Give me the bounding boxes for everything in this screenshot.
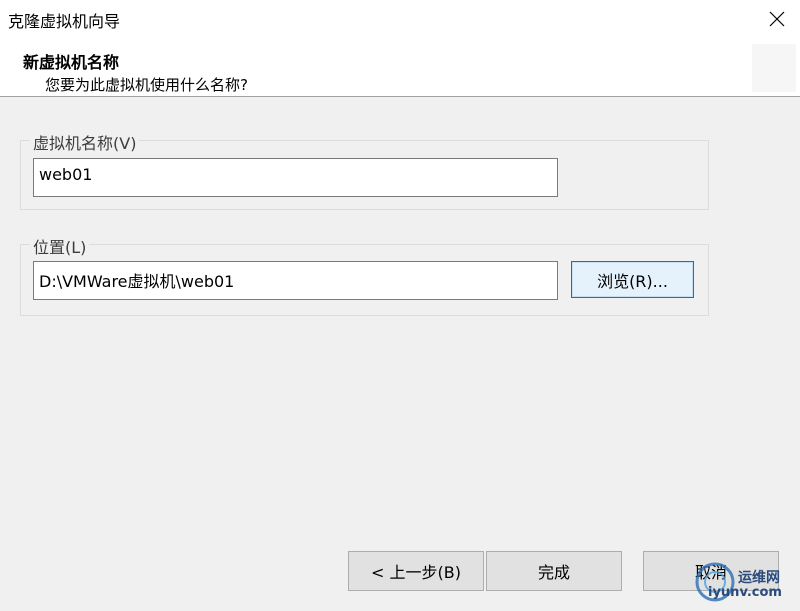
finish-button[interactable]: 完成: [486, 551, 622, 591]
location-group: 位置(L) D:\VMWare虚拟机\web01 浏览(R)...: [20, 234, 709, 316]
page-subtitle: 您要为此虚拟机使用什么名称?: [45, 76, 248, 94]
location-label: 位置(L): [30, 234, 90, 258]
close-button[interactable]: [754, 0, 800, 38]
header-graphic: [752, 44, 796, 92]
location-input[interactable]: D:\VMWare虚拟机\web01: [33, 261, 558, 300]
page-title: 新虚拟机名称: [23, 53, 120, 72]
vm-name-group: 虚拟机名称(V) web01: [20, 130, 709, 210]
cancel-button[interactable]: 取消: [643, 551, 779, 591]
wizard-header: 新虚拟机名称 您要为此虚拟机使用什么名称?: [0, 38, 800, 97]
back-button[interactable]: < 上一步(B): [348, 551, 484, 591]
close-icon: [769, 11, 785, 27]
vm-name-input[interactable]: web01: [33, 158, 558, 197]
browse-button[interactable]: 浏览(R)...: [571, 261, 694, 298]
title-bar: 克隆虚拟机向导: [0, 0, 800, 38]
vm-name-label: 虚拟机名称(V): [30, 130, 140, 154]
window-title: 克隆虚拟机向导: [8, 12, 121, 31]
